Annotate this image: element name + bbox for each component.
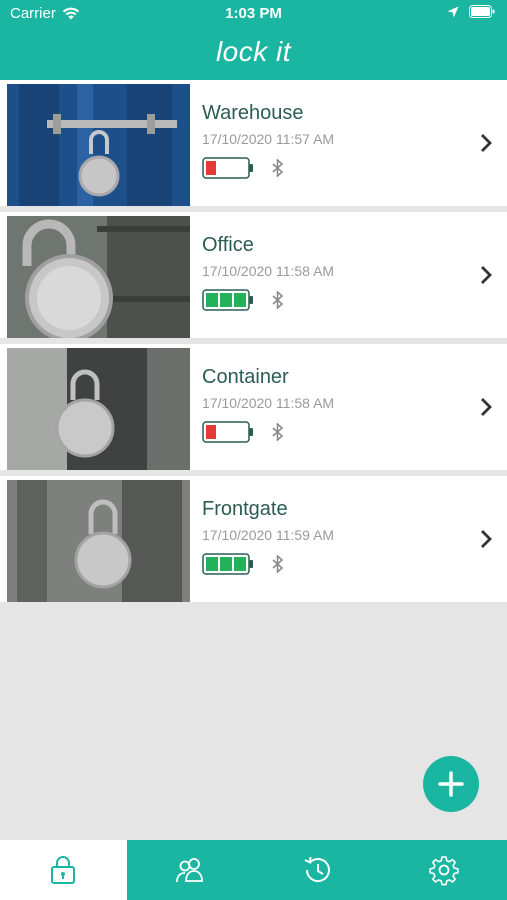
users-icon (176, 858, 204, 883)
chevron-right-icon (481, 398, 492, 416)
status-time: 1:03 PM (225, 5, 282, 22)
lock-meta (202, 421, 334, 443)
lock-item[interactable]: Office 17/10/2020 11:58 AM (0, 212, 507, 344)
tab-bar (0, 840, 507, 900)
plus-icon (438, 771, 464, 797)
lock-photo (7, 216, 190, 338)
tab-locks[interactable] (0, 840, 127, 900)
chevron-right-icon (481, 134, 492, 152)
lock-meta (202, 157, 334, 179)
lock-date: 17/10/2020 11:59 AM (202, 527, 335, 543)
lock-icon (51, 856, 76, 884)
lock-info: Container 17/10/2020 11:58 AM (202, 366, 334, 443)
lock-name: Warehouse (202, 102, 304, 124)
status-right (447, 5, 495, 18)
lock-date: 17/10/2020 11:57 AM (202, 131, 335, 147)
lock-photo (7, 84, 190, 206)
status-bar: Carrier 1:03 PM (0, 0, 507, 28)
app-title: lock it (215, 36, 292, 67)
tab-history[interactable] (254, 840, 381, 900)
bluetooth-icon (272, 291, 284, 309)
lock-item[interactable]: Container 17/10/2020 11:58 AM (0, 344, 507, 476)
lock-item[interactable]: Frontgate 17/10/2020 11:59 AM (0, 476, 507, 608)
lock-list: Warehouse 17/10/2020 11:57 AM Office 17/… (0, 80, 507, 608)
chevron-right-icon (481, 530, 492, 548)
lock-meta (202, 289, 334, 311)
add-lock-button[interactable] (423, 756, 479, 812)
bluetooth-icon (272, 423, 284, 441)
battery-full-icon (202, 553, 253, 575)
lock-info: Office 17/10/2020 11:58 AM (202, 234, 334, 311)
battery-status-icon (469, 5, 495, 18)
lock-name: Office (202, 234, 254, 256)
app-header: Carrier 1:03 PM lock it (0, 0, 507, 80)
bluetooth-icon (272, 555, 284, 573)
location-icon (447, 6, 459, 17)
lock-photo (7, 348, 190, 470)
battery-full-icon (202, 289, 253, 311)
gear-icon (429, 856, 459, 886)
lock-date: 17/10/2020 11:58 AM (202, 263, 335, 279)
lock-name: Container (202, 366, 289, 388)
lock-name: Frontgate (202, 498, 288, 520)
battery-low-icon (202, 157, 253, 179)
tab-settings[interactable] (380, 840, 507, 900)
lock-info: Frontgate 17/10/2020 11:59 AM (202, 498, 334, 575)
tab-users[interactable] (127, 840, 254, 900)
bluetooth-icon (272, 159, 284, 177)
history-icon (304, 856, 330, 882)
lock-item[interactable]: Warehouse 17/10/2020 11:57 AM (0, 80, 507, 212)
battery-low-icon (202, 421, 253, 443)
lock-info: Warehouse 17/10/2020 11:57 AM (202, 102, 334, 179)
lock-date: 17/10/2020 11:58 AM (202, 395, 335, 411)
chevron-right-icon (481, 266, 492, 284)
lock-meta (202, 553, 334, 575)
lock-photo (7, 480, 190, 602)
